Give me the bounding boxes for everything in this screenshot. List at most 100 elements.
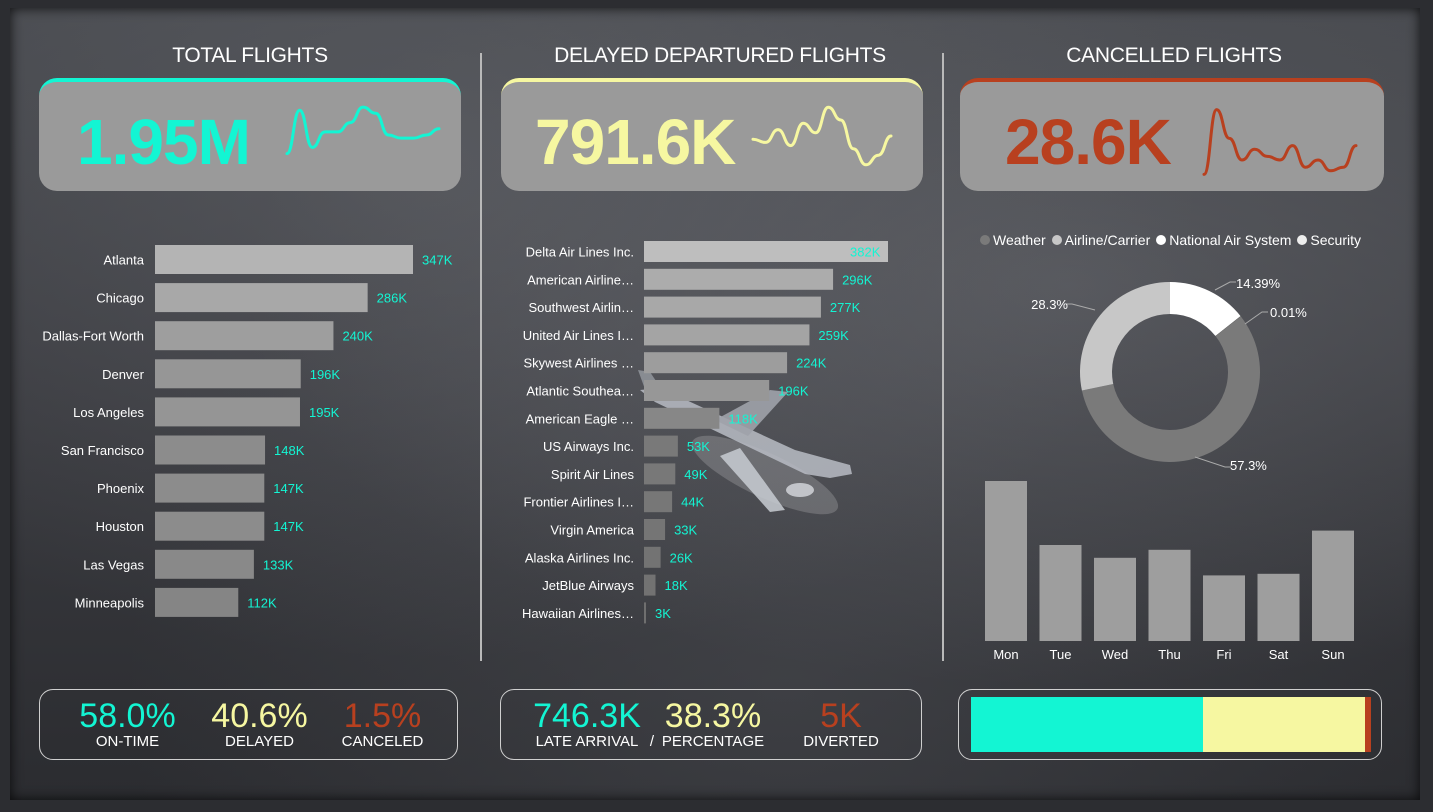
diverted-value: 5K: [820, 697, 862, 735]
weekday-bar-tue[interactable]: [1039, 545, 1082, 641]
bar-dallas-fort-worth[interactable]: [155, 321, 334, 351]
bar-category-spirit-air-lines: Spirit Air Lines: [551, 467, 635, 482]
legend-label-weather: Weather: [993, 232, 1046, 248]
bar-value-spirit-air-lines: 49K: [684, 467, 707, 482]
total-flights-value: 1.95M: [77, 106, 251, 178]
weekday-label-thu: Thu: [1158, 647, 1180, 662]
bar-us-airways-inc[interactable]: [644, 435, 678, 457]
delayed-flights-value: 791.6K: [535, 106, 736, 178]
bar-value-alaska-airlines-inc: 26K: [670, 550, 693, 565]
bar-american-airline[interactable]: [644, 268, 834, 290]
bar-category-minneapolis: Minneapolis: [75, 595, 145, 610]
bar-houston[interactable]: [155, 511, 265, 541]
weekday-bar-fri[interactable]: [1203, 575, 1245, 641]
bar-category-us-airways-inc: US Airways Inc.: [543, 439, 634, 454]
canceled-stat: 1.5% CANCELED: [325, 698, 440, 750]
weekday-label-mon: Mon: [993, 647, 1018, 662]
bar-value-houston: 147K: [273, 519, 304, 534]
donut-label-national-air-system: 14.39%: [1236, 276, 1281, 291]
bar-value-american-eagle: 118K: [728, 411, 758, 426]
on-time-stat: 58.0% ON-TIME: [70, 698, 185, 750]
legend-item-security[interactable]: Security: [1297, 232, 1361, 248]
donut-leader-line: [1066, 303, 1096, 311]
weather-legend-dot: [980, 235, 990, 245]
bar-category-las-vegas: Las Vegas: [83, 557, 144, 572]
legend-label-security: Security: [1310, 232, 1361, 248]
bar-value-southwest-airlin: 277K: [830, 300, 861, 315]
bar-alaska-airlines-inc[interactable]: [644, 546, 661, 568]
bar-category-dallas-fort-worth: Dallas-Fort Worth: [42, 329, 144, 344]
bar-skywest-airlines[interactable]: [644, 352, 788, 374]
bar-san-francisco[interactable]: [155, 435, 266, 465]
column-divider-2: [942, 53, 944, 661]
bar-value-us-airways-inc: 53K: [687, 439, 710, 454]
stack-segment-on-time[interactable]: [971, 697, 1203, 752]
delayed-label: DELAYED: [225, 733, 294, 750]
bar-category-american-airline: American Airline…: [527, 272, 634, 287]
percentage-value: 38.3%: [664, 697, 762, 735]
flights-by-city-chart: Atlanta 347K Chicago 286K Dallas-Fort Worth 2…: [42, 245, 453, 617]
bar-value-dallas-fort-worth: 240K: [342, 329, 373, 344]
weekday-label-sat: Sat: [1269, 647, 1289, 662]
bar-las-vegas[interactable]: [155, 549, 254, 579]
weekday-bar-mon[interactable]: [985, 481, 1027, 641]
bar-spirit-air-lines[interactable]: [644, 463, 676, 485]
canceled-label: CANCELED: [341, 733, 424, 750]
cancelled-flights-sparkline: [1202, 108, 1358, 176]
donut-slice-airline-carrier[interactable]: [1080, 282, 1170, 391]
delayed-flights-sparkline: [751, 105, 893, 167]
national-air-system-legend-dot: [1156, 235, 1167, 245]
legend-item-airline-carrier[interactable]: Airline/Carrier: [1051, 232, 1151, 248]
bar-value-chicago: 286K: [377, 291, 408, 306]
delayed-flights-card[interactable]: 791.6K: [501, 78, 923, 191]
bar-hawaiian-airlines[interactable]: [644, 602, 646, 624]
legend-item-weather[interactable]: Weather: [980, 232, 1046, 248]
bar-jetblue-airways[interactable]: [644, 574, 656, 596]
donut-leader-line: [1214, 281, 1236, 291]
bar-virgin-america[interactable]: [644, 519, 666, 540]
bar-category-hawaiian-airlines: Hawaiian Airlines…: [522, 606, 634, 621]
bar-value-skywest-airlines: 224K: [796, 356, 827, 371]
bar-value-phoenix: 147K: [273, 481, 304, 496]
legend-item-national-air-system[interactable]: National Air System: [1156, 232, 1291, 248]
airline-carrier-legend-dot: [1051, 235, 1062, 245]
weekday-bar-sat[interactable]: [1257, 573, 1300, 641]
bar-minneapolis[interactable]: [155, 587, 239, 617]
weekday-bar-wed[interactable]: [1094, 557, 1136, 641]
stack-segment-canceled[interactable]: [1365, 697, 1371, 752]
sparkline-path: [1202, 108, 1358, 176]
legend-label-airline-carrier: Airline/Carrier: [1064, 232, 1151, 248]
weekday-bar-thu[interactable]: [1148, 549, 1191, 641]
donut-leader-line: [1244, 311, 1268, 325]
total-flights-card[interactable]: 1.95M: [39, 78, 461, 191]
on-time-label: ON-TIME: [95, 733, 160, 750]
bar-value-denver: 196K: [310, 367, 341, 382]
bar-category-virgin-america: Virgin America: [550, 523, 634, 538]
bar-value-united-air-lines-i: 259K: [818, 328, 849, 343]
percentage-stat: 38.3% PERCENTAGE: [653, 698, 773, 750]
percentage-label: PERCENTAGE: [661, 733, 765, 750]
bar-los-angeles[interactable]: [155, 397, 300, 427]
cancelled-flights-card[interactable]: 28.6K: [960, 78, 1384, 191]
stack-segment-delayed[interactable]: [1203, 697, 1366, 752]
donut-label-airline-carrier: 28.3%: [1031, 297, 1068, 312]
bar-united-air-lines-i[interactable]: [644, 324, 810, 346]
bar-southwest-airlin[interactable]: [644, 296, 821, 318]
bar-value-atlanta: 347K: [422, 253, 453, 268]
bar-chicago[interactable]: [155, 283, 368, 313]
bar-phoenix[interactable]: [155, 473, 265, 503]
bar-category-atlantic-southea: Atlantic Southea…: [526, 384, 634, 399]
column-divider-1: [480, 53, 482, 661]
bar-frontier-airlines-i[interactable]: [644, 491, 673, 513]
bar-atlanta[interactable]: [155, 245, 413, 274]
bar-category-american-eagle: American Eagle …: [526, 411, 634, 426]
bar-value-jetblue-airways: 18K: [664, 578, 687, 593]
bar-value-hawaiian-airlines: 3K: [655, 606, 671, 621]
bar-value-las-vegas: 133K: [263, 557, 294, 572]
bar-atlantic-southea[interactable]: [644, 380, 770, 401]
status-share-stacked-bar: [971, 697, 1371, 752]
weekday-bar-sun[interactable]: [1312, 530, 1354, 641]
bar-value-atlantic-southea: 196K: [778, 384, 809, 399]
bar-american-eagle[interactable]: [644, 407, 720, 429]
bar-denver[interactable]: [155, 359, 301, 389]
